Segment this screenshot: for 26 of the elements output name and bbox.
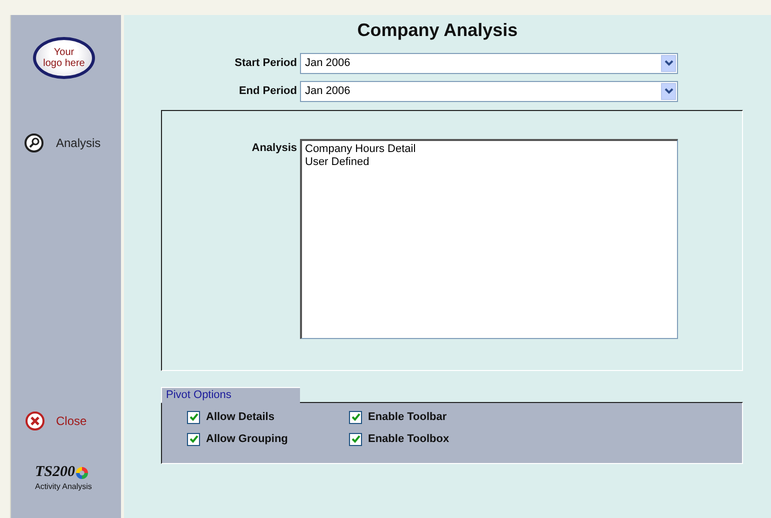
page-title: Company Analysis [356,20,519,42]
group-title: Pivot Options [161,387,300,403]
field-label: Analysis [250,142,297,154]
field-label: End Period [238,85,297,97]
nav-item[interactable]: Analysis [24,133,101,153]
list-item[interactable]: User Defined [305,156,674,169]
period-dropdown[interactable]: Jan 2006 [300,80,678,102]
checkbox-label: Enable Toolbox [368,433,450,445]
search-icon [24,133,44,153]
checkbox-label: Allow Details [206,411,274,423]
checkbox-label: Enable Toolbar [368,411,447,423]
brand-subtitle: Activity Analysis [35,482,92,491]
checkbox-label: Allow Grouping [206,433,288,445]
close-icon [25,411,45,431]
color-wheel-icon [76,466,88,478]
list-item[interactable]: Company Hours Detail [305,143,674,156]
checkbox[interactable] [349,432,362,446]
field-label: Start Period [234,57,297,69]
brand-name: TS200 [35,464,76,481]
checkbox[interactable] [349,410,362,424]
checkbox[interactable] [187,410,200,424]
period-dropdown[interactable]: Jan 2006 [300,52,678,74]
checkbox[interactable] [187,432,200,446]
analysis-listbox[interactable]: Company Hours Detail User Defined [300,139,678,339]
close-button[interactable]: Close [25,411,87,431]
logo: Your logo here [33,37,95,79]
